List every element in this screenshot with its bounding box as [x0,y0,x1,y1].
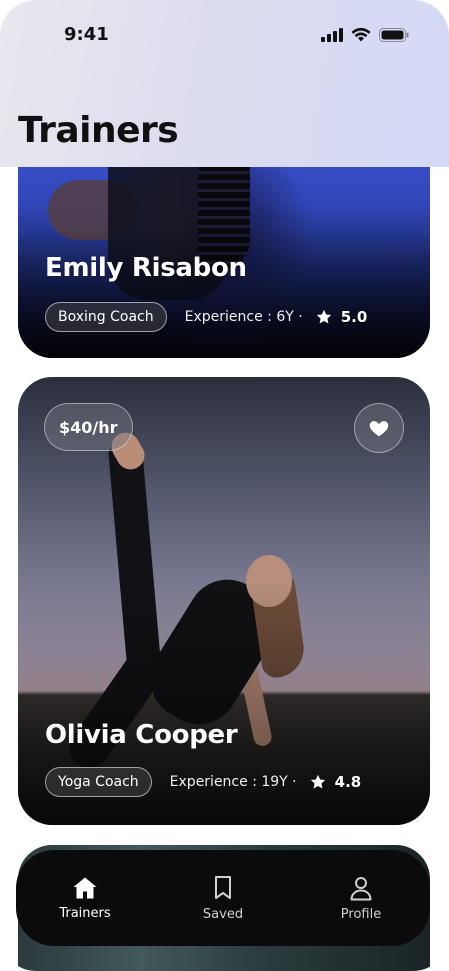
role-chip: Yoga Coach [45,767,152,797]
experience-text: Experience : 19Y · [169,774,297,790]
favorite-button[interactable] [354,403,404,453]
star-icon [316,309,331,324]
tab-label: Saved [202,906,244,922]
tab-profile[interactable]: Profile [306,875,416,922]
trainer-meta: Yoga Coach Experience : 19Y · 4.8 [45,767,361,797]
phone-screen: Emily Risabon Boxing Coach Experience : … [0,0,449,971]
bookmark-icon [215,875,231,899]
tab-trainers[interactable]: Trainers [30,876,140,921]
trainer-card-olivia[interactable]: $40/hr Olivia Cooper Yoga Coach Experien… [18,377,430,825]
rating-value: 4.8 [334,773,362,791]
trainer-meta: Boxing Coach Experience : 6Y · 5.0 [45,302,367,332]
trainer-name: Olivia Cooper [45,720,238,750]
price-badge: $40/hr [44,403,133,451]
card-shade [18,227,430,358]
tab-label: Profile [340,906,382,922]
tab-saved[interactable]: Saved [168,875,278,922]
user-icon [350,876,372,900]
status-icons [321,27,409,42]
status-time: 9:41 [64,24,109,45]
wifi-icon [351,27,371,42]
star-icon [310,774,325,789]
page-title: Trainers [18,110,179,151]
experience-text: Experience : 6Y · [184,309,303,325]
role-chip: Boxing Coach [45,302,167,332]
battery-icon [379,27,409,42]
trainer-name: Emily Risabon [45,253,247,283]
rating-value: 5.0 [340,308,368,326]
tab-label: Trainers [59,905,111,921]
page-header: 9:41 Trainers [0,0,449,167]
heart-icon [369,421,389,437]
bottom-tab-bar: Trainers Saved Profile [16,850,430,946]
home-icon [73,877,97,898]
signal-icon [321,27,343,42]
